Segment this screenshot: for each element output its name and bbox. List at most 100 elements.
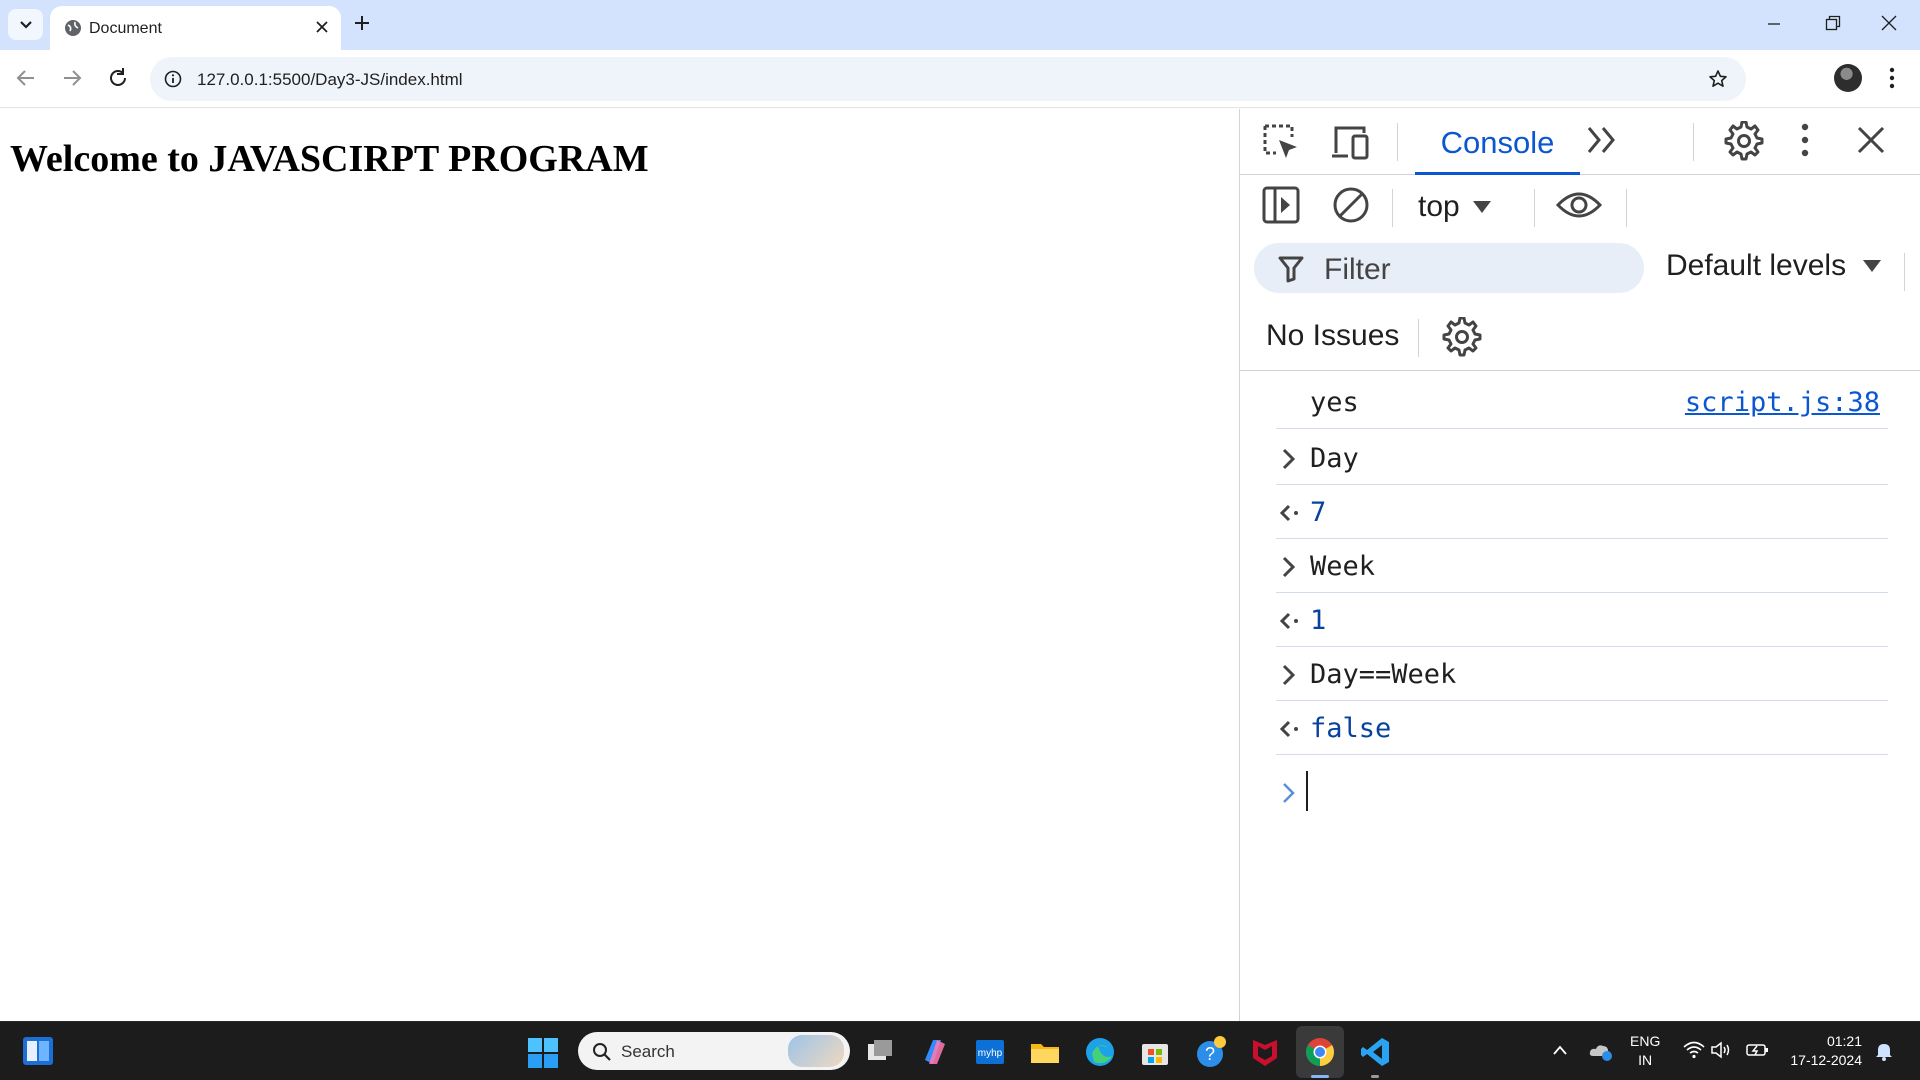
widgets-icon[interactable] bbox=[22, 1036, 54, 1066]
tab-console-label: Console bbox=[1440, 125, 1555, 160]
url-text[interactable]: 127.0.0.1:5500/Day3-JS/index.html bbox=[197, 70, 463, 90]
browser-tab[interactable]: Document bbox=[50, 6, 341, 50]
divider bbox=[1392, 189, 1393, 227]
console-filter-row: Filter Default levels bbox=[1240, 239, 1920, 305]
device-toolbar-icon[interactable] bbox=[1330, 123, 1370, 161]
file-explorer-icon[interactable] bbox=[1029, 1036, 1061, 1068]
filter-placeholder: Filter bbox=[1324, 253, 1391, 286]
tab-strip: Document bbox=[0, 0, 1920, 50]
reload-icon[interactable] bbox=[106, 66, 130, 90]
browser-toolbar: 127.0.0.1:5500/Day3-JS/index.html bbox=[0, 50, 1920, 108]
globe-icon bbox=[65, 20, 81, 36]
bookmark-star-icon[interactable] bbox=[1708, 69, 1728, 89]
restore-icon[interactable] bbox=[1824, 14, 1842, 32]
console-row: 1 bbox=[1276, 593, 1888, 647]
console-input-echo: Day bbox=[1310, 443, 1359, 474]
console-message: yes bbox=[1310, 387, 1359, 418]
tab-console[interactable]: Console bbox=[1415, 109, 1580, 175]
log-levels-dropdown[interactable]: Default levels bbox=[1666, 249, 1882, 283]
clear-console-icon[interactable] bbox=[1332, 186, 1370, 224]
console-row: 7 bbox=[1276, 485, 1888, 539]
vscode-icon[interactable] bbox=[1359, 1036, 1391, 1068]
more-tabs-chevron-icon[interactable] bbox=[1586, 125, 1618, 155]
forward-arrow-icon[interactable] bbox=[60, 66, 84, 90]
close-devtools-icon[interactable] bbox=[1856, 125, 1886, 155]
running-indicator bbox=[1311, 1075, 1329, 1078]
console-toolbar: top bbox=[1240, 175, 1920, 239]
mcafee-icon[interactable] bbox=[1249, 1036, 1281, 1068]
issues-count[interactable]: No Issues bbox=[1266, 319, 1399, 353]
browser-menu-icon[interactable] bbox=[1888, 66, 1896, 90]
expand-chevron-icon[interactable] bbox=[1276, 555, 1306, 579]
battery-charging-icon[interactable] bbox=[1746, 1041, 1770, 1059]
back-arrow-icon[interactable] bbox=[14, 66, 38, 90]
result-arrow-icon bbox=[1279, 612, 1298, 630]
window-close-icon[interactable] bbox=[1880, 14, 1898, 32]
console-settings-gear-icon[interactable] bbox=[1442, 317, 1482, 357]
result-arrow-icon bbox=[1279, 720, 1298, 738]
onedrive-icon[interactable] bbox=[1588, 1040, 1614, 1062]
context-label: top bbox=[1418, 190, 1460, 223]
divider bbox=[1418, 319, 1419, 357]
console-row: Week bbox=[1276, 539, 1888, 593]
console-prompt-input[interactable] bbox=[1306, 771, 1308, 811]
new-tab-plus-icon[interactable] bbox=[353, 14, 371, 32]
notification-bell-icon[interactable] bbox=[1874, 1041, 1894, 1061]
show-sidebar-icon[interactable] bbox=[1262, 186, 1300, 224]
devtools-menu-icon[interactable] bbox=[1800, 123, 1810, 157]
system-clock[interactable]: 01:21 17-12-2024 bbox=[1782, 1032, 1862, 1070]
tab-search-button[interactable] bbox=[8, 9, 43, 40]
profile-avatar[interactable] bbox=[1834, 64, 1862, 92]
console-result: 1 bbox=[1310, 605, 1327, 636]
console-row: Day bbox=[1276, 431, 1888, 485]
windows-start-icon[interactable] bbox=[528, 1038, 558, 1068]
console-filter-input[interactable]: Filter bbox=[1254, 243, 1644, 293]
settings-gear-icon[interactable] bbox=[1724, 121, 1764, 161]
wifi-icon[interactable] bbox=[1683, 1041, 1705, 1059]
clock-date: 17-12-2024 bbox=[1790, 1052, 1862, 1068]
chrome-icon[interactable] bbox=[1304, 1036, 1336, 1068]
devtools-tab-bar: Console bbox=[1240, 109, 1920, 175]
language-code: ENG bbox=[1630, 1033, 1661, 1049]
console-result: 7 bbox=[1310, 497, 1327, 528]
taskbar-search[interactable]: Search bbox=[578, 1032, 850, 1070]
expand-chevron-icon[interactable] bbox=[1276, 663, 1306, 687]
input-language[interactable]: ENG IN bbox=[1630, 1032, 1660, 1070]
myhp-icon[interactable]: myhp bbox=[974, 1036, 1006, 1068]
svg-text:?: ? bbox=[1205, 1044, 1215, 1064]
divider bbox=[1534, 189, 1535, 227]
show-hidden-icons-chevron-icon[interactable] bbox=[1552, 1044, 1568, 1056]
copilot-icon[interactable] bbox=[919, 1036, 951, 1068]
minimize-icon[interactable] bbox=[1766, 16, 1782, 32]
search-icon bbox=[593, 1043, 611, 1061]
console-output: yes script.js:38 Day 7 Week 1 Day==Week … bbox=[1240, 371, 1920, 1021]
address-bar[interactable]: 127.0.0.1:5500/Day3-JS/index.html bbox=[150, 57, 1746, 101]
chevron-down-icon bbox=[19, 20, 32, 29]
running-indicator bbox=[1371, 1075, 1379, 1078]
context-selector[interactable]: top bbox=[1418, 187, 1492, 227]
console-row: yes script.js:38 bbox=[1276, 375, 1888, 429]
console-row: Day==Week bbox=[1276, 647, 1888, 701]
task-view-icon[interactable] bbox=[864, 1036, 896, 1068]
page-viewport: Welcome to JAVASCIRPT PROGRAM bbox=[0, 109, 1239, 1021]
edge-icon[interactable] bbox=[1084, 1036, 1116, 1068]
filter-funnel-icon bbox=[1278, 256, 1304, 283]
search-highlight-image bbox=[788, 1035, 844, 1067]
volume-icon[interactable] bbox=[1710, 1041, 1732, 1059]
search-placeholder: Search bbox=[621, 1042, 675, 1061]
dropdown-triangle-icon bbox=[1863, 260, 1882, 272]
microsoft-store-icon[interactable] bbox=[1139, 1036, 1171, 1068]
source-link[interactable]: script.js:38 bbox=[1685, 387, 1880, 418]
dropdown-triangle-icon bbox=[1472, 201, 1491, 213]
site-info-icon[interactable] bbox=[164, 70, 182, 88]
console-result: false bbox=[1310, 713, 1392, 744]
taskbar: Search myhp ? ENG IN 01:21 17-12-2024 bbox=[0, 1021, 1920, 1080]
divider bbox=[1693, 123, 1694, 161]
live-expression-eye-icon[interactable] bbox=[1556, 189, 1602, 221]
tips-help-icon[interactable]: ? bbox=[1194, 1036, 1226, 1068]
expand-chevron-icon[interactable] bbox=[1276, 447, 1306, 471]
result-arrow-icon bbox=[1279, 504, 1298, 522]
tab-title: Document bbox=[89, 20, 162, 37]
inspect-element-icon[interactable] bbox=[1262, 123, 1300, 161]
close-tab-icon[interactable] bbox=[315, 20, 329, 34]
